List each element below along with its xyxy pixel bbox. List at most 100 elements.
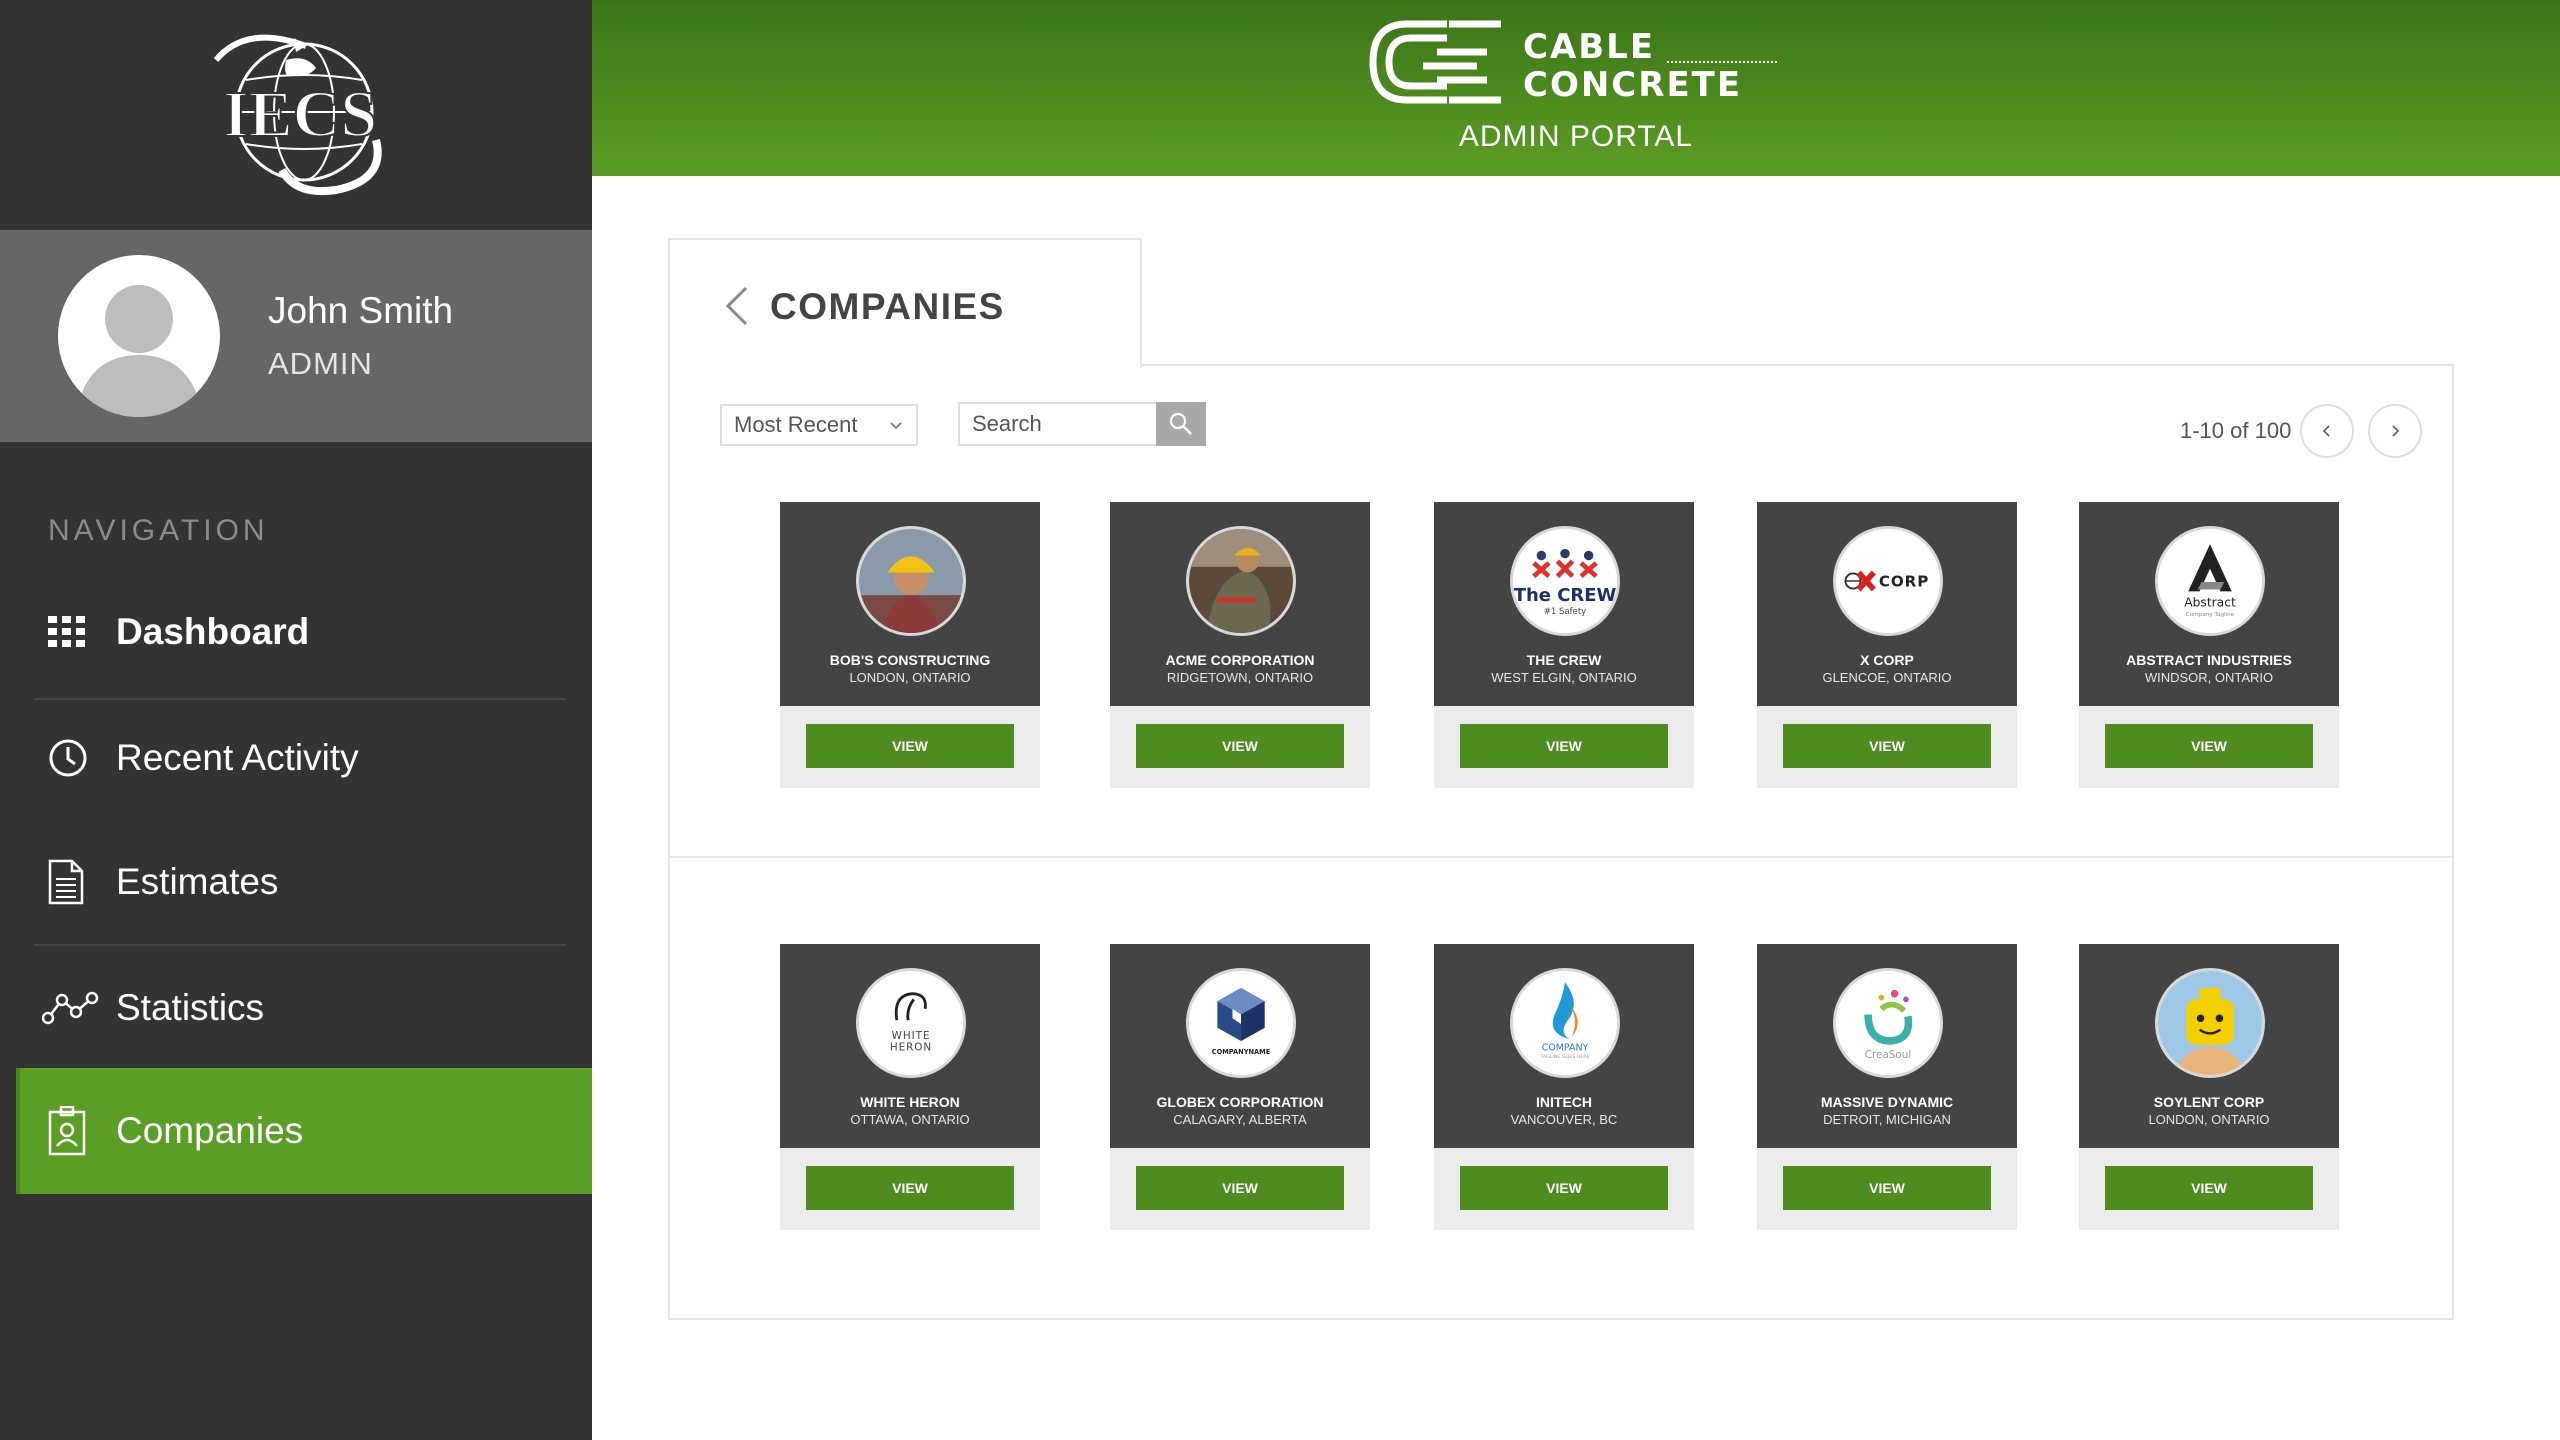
iecs-logo-icon: IECS	[213, 34, 382, 196]
companies-tab: COMPANIES	[668, 238, 1142, 368]
company-name: WHITE HERON	[860, 1094, 960, 1110]
search-placeholder: Search	[972, 411, 1042, 436]
company-name: ACME CORPORATION	[1165, 652, 1315, 668]
nav-item-companies[interactable]: Companies	[16, 1068, 592, 1194]
company-location: LONDON, ONTARIO	[2148, 1112, 2270, 1127]
top-header: CABLE CONCRETE ADMIN PORTAL	[592, 0, 2560, 176]
company-photo	[2155, 968, 2265, 1078]
view-company-button[interactable]: VIEW	[806, 1166, 1014, 1210]
company-card: COMPANY TAGLINE GOES HERE INITECH VANCOU…	[1434, 944, 1694, 1230]
company-logo: CreaSoul	[1833, 968, 1943, 1078]
nav-label-estimates: Estimates	[116, 861, 279, 902]
company-location: GLENCOE, ONTARIO	[1822, 670, 1952, 685]
nav-item-statistics[interactable]: Statistics	[34, 946, 566, 1070]
company-card: CreaSoul MASSIVE DYNAMIC DETROIT, MICHIG…	[1757, 944, 2017, 1230]
the-crew-logo-icon: The CREW #1 Safety	[1513, 529, 1617, 633]
company-photo	[856, 526, 966, 636]
company-logo: WHITE HERON	[856, 968, 966, 1078]
svg-text:COMPANY: COMPANY	[1542, 1042, 1589, 1053]
view-company-button[interactable]: VIEW	[806, 724, 1014, 768]
chevron-down-icon	[890, 422, 902, 430]
company-name: GLOBEX CORPORATION	[1156, 1094, 1324, 1110]
line-chart-icon	[34, 983, 106, 1033]
toy-figure-photo-icon	[2158, 971, 2262, 1075]
company-card: CORP X CORP GLENCOE, ONTARIO VIEW	[1757, 502, 2017, 788]
view-company-button[interactable]: VIEW	[1136, 724, 1344, 768]
company-logo: Abstract Company Tagline	[2155, 526, 2265, 636]
user-name: John Smith	[268, 290, 454, 331]
view-company-button[interactable]: VIEW	[1460, 1166, 1668, 1210]
company-location: WEST ELGIN, ONTARIO	[1491, 670, 1637, 685]
svg-text:Abstract: Abstract	[2184, 596, 2236, 610]
clock-icon	[34, 733, 106, 783]
svg-text:IECS: IECS	[223, 78, 377, 151]
portal-subtitle: ADMIN PORTAL	[1458, 120, 1694, 153]
company-logo: COMPANYNAME	[1186, 968, 1296, 1078]
next-page-button[interactable]	[2368, 404, 2422, 458]
company-location: VANCOUVER, BC	[1510, 1112, 1618, 1127]
user-role: ADMIN	[268, 346, 373, 381]
row-divider	[670, 856, 2452, 858]
construction-worker-photo-icon	[1189, 529, 1293, 633]
white-heron-logo-icon: WHITE HERON	[859, 971, 963, 1075]
chevron-right-icon	[2392, 425, 2400, 437]
page-title: COMPANIES	[770, 286, 1005, 327]
company-card: SOYLENT CORP LONDON, ONTARIO VIEW	[2079, 944, 2339, 1230]
svg-text:CABLE: CABLE	[1523, 27, 1655, 67]
nav-label-companies: Companies	[116, 1110, 304, 1151]
view-company-button[interactable]: VIEW	[2105, 1166, 2313, 1210]
company-name: MASSIVE DYNAMIC	[1820, 1094, 1954, 1110]
nav-item-recent-activity[interactable]: Recent Activity	[34, 696, 566, 820]
svg-text:The CREW: The CREW	[1514, 585, 1617, 606]
search-icon	[1169, 412, 1192, 435]
nav-item-dashboard[interactable]: Dashboard	[34, 570, 566, 694]
cable-concrete-logo[interactable]: CABLE CONCRETE	[1367, 16, 1787, 116]
view-company-button[interactable]: VIEW	[2105, 724, 2313, 768]
svg-text:TAGLINE GOES HERE: TAGLINE GOES HERE	[1540, 1054, 1590, 1060]
view-company-button[interactable]: VIEW	[1783, 1166, 1991, 1210]
svg-text:HERON: HERON	[890, 1041, 932, 1053]
company-card: Abstract Company Tagline ABSTRACT INDUST…	[2079, 502, 2339, 788]
company-card: The CREW #1 Safety THE CREW WEST ELGIN, …	[1434, 502, 1694, 788]
grid-icon	[34, 607, 106, 657]
abstract-logo-icon: Abstract Company Tagline	[2158, 529, 2262, 633]
search-input[interactable]: Search	[958, 402, 1158, 446]
id-badge-icon	[34, 1106, 106, 1156]
document-icon	[34, 857, 106, 907]
company-location: RIDGETOWN, ONTARIO	[1166, 670, 1314, 685]
user-profile: John Smith ADMIN	[0, 230, 592, 442]
chevron-left-icon	[2322, 425, 2330, 437]
company-logo: CORP	[1833, 526, 1943, 636]
nav-item-estimates[interactable]: Estimates	[34, 820, 566, 944]
nav-heading: NAVIGATION	[48, 514, 269, 547]
company-name: ABSTRACT INDUSTRIES	[2126, 652, 2292, 668]
nav-label-recent-activity: Recent Activity	[116, 737, 359, 778]
sidebar: IECS John Smith ADMIN NAVIGATION Dashboa…	[0, 0, 592, 1440]
worker-photo-icon	[859, 529, 963, 633]
view-company-button[interactable]: VIEW	[1460, 724, 1668, 768]
svg-text:Company Tagline: Company Tagline	[2186, 612, 2235, 618]
company-location: CALAGARY, ALBERTA	[1173, 1112, 1307, 1127]
company-logo: COMPANY TAGLINE GOES HERE	[1510, 968, 1620, 1078]
sort-dropdown[interactable]: Most Recent	[720, 404, 918, 446]
x-corp-logo-icon: CORP	[1836, 529, 1940, 633]
company-photo	[1186, 526, 1296, 636]
company-name: THE CREW	[1526, 652, 1602, 668]
back-arrow-icon[interactable]	[722, 284, 750, 328]
massive-dynamic-logo-icon: CreaSoul	[1836, 971, 1940, 1075]
org-logo[interactable]: IECS	[0, 0, 592, 230]
pagination-info: 1-10 of 100	[2180, 418, 2292, 443]
view-company-button[interactable]: VIEW	[1136, 1166, 1344, 1210]
svg-text:WHITE: WHITE	[892, 1030, 931, 1042]
svg-text:CreaSoul: CreaSoul	[1865, 1049, 1911, 1061]
company-card: WHITE HERON WHITE HERON OTTAWA, ONTARIO …	[780, 944, 1040, 1230]
company-name: SOYLENT CORP	[2153, 1094, 2265, 1110]
prev-page-button[interactable]	[2300, 404, 2354, 458]
search-button[interactable]	[1156, 402, 1206, 446]
company-location: DETROIT, MICHIGAN	[1823, 1112, 1951, 1127]
avatar[interactable]	[58, 255, 220, 417]
svg-text:CONCRETE: CONCRETE	[1523, 65, 1742, 105]
view-company-button[interactable]: VIEW	[1783, 724, 1991, 768]
company-card: COMPANYNAME GLOBEX CORPORATION CALAGARY,…	[1110, 944, 1370, 1230]
user-silhouette-icon	[76, 285, 202, 417]
